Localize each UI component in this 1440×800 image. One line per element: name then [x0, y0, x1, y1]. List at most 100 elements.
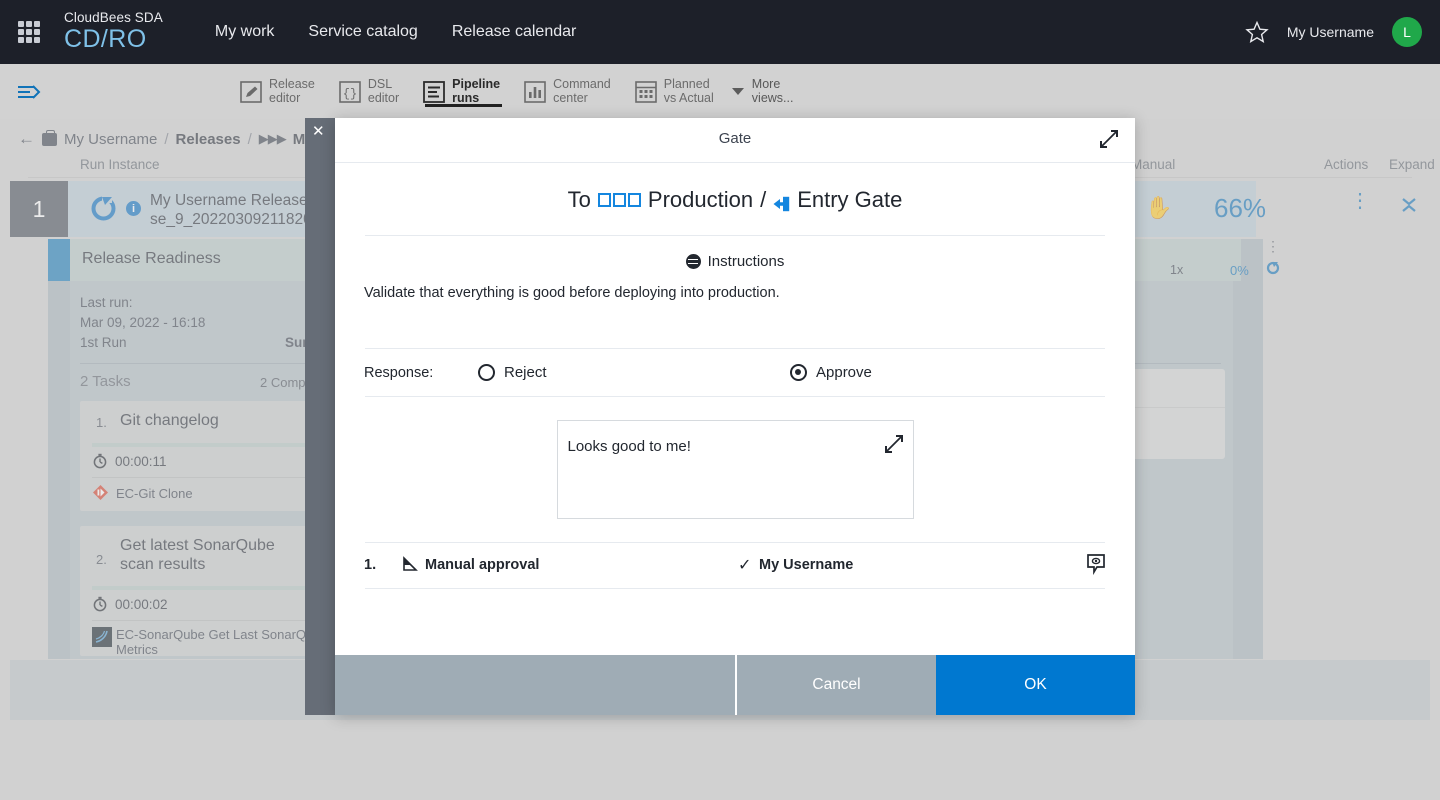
gate-target-title: To Production / Entry Gate	[335, 163, 1135, 213]
tasks-completed: 2 Compl	[260, 375, 308, 390]
view-release-editor[interactable]: Release editor	[228, 64, 327, 119]
arrow-left-icon[interactable]: ←	[18, 129, 35, 149]
approver-name: My Username	[759, 557, 853, 573]
collapse-menu-icon[interactable]	[16, 81, 44, 103]
gate-to-label: To	[568, 187, 591, 213]
breadcrumb-separator-2: /	[248, 131, 252, 148]
task-progress-bar	[92, 586, 338, 590]
pencil-editor-icon	[240, 81, 262, 103]
rerun-circle-icon[interactable]	[90, 195, 117, 222]
grid-apps-icon[interactable]	[18, 21, 40, 43]
environment-name: Production	[648, 187, 753, 213]
view-planned-vs-actual[interactable]: Planned vs Actual	[623, 64, 726, 119]
task-processor: EC-SonarQube Get Last SonarQub Metrics	[116, 627, 321, 657]
comment-input[interactable]: Looks good to me!	[557, 420, 914, 519]
footer-spacer	[335, 655, 737, 715]
column-header-manual: Manual	[1131, 157, 1175, 172]
stage-progress: 0%	[1230, 263, 1249, 278]
manual-approval-icon	[402, 556, 419, 573]
top-right-controls: My Username L	[1245, 17, 1440, 47]
breadcrumb-project[interactable]: My Username	[64, 131, 157, 148]
view-pipeline-runs[interactable]: Pipeline runs	[411, 64, 512, 119]
brand-suptitle: CloudBees SDA	[64, 11, 163, 25]
info-icon[interactable]: i	[126, 201, 141, 216]
gate-name: Entry Gate	[797, 187, 902, 213]
kebab-menu-icon[interactable]: ⋮	[1350, 197, 1370, 205]
comment-value[interactable]: Looks good to me!	[568, 438, 691, 455]
divider	[92, 620, 340, 621]
radio-reject-icon[interactable]	[478, 364, 495, 381]
last-run-value: Mar 09, 2022 - 16:18	[80, 315, 205, 330]
view-label: Pipeline runs	[452, 78, 500, 105]
timer-icon	[92, 453, 108, 469]
run-number: 1	[10, 181, 68, 237]
sonarqube-icon	[92, 627, 112, 647]
radio-reject-label: Reject	[504, 364, 547, 381]
radio-option-approve[interactable]: Approve	[790, 364, 872, 381]
views-list: Release editor {} DSL editor Pipeline ru…	[228, 64, 793, 119]
git-clone-icon	[92, 484, 109, 501]
ok-button[interactable]: OK	[936, 655, 1135, 715]
rerun-circle-icon[interactable]	[1266, 261, 1280, 275]
view-label: Command center	[553, 78, 611, 105]
expand-diagonal-icon[interactable]	[884, 434, 904, 454]
main-nav: My work Service catalog Release calendar	[215, 23, 576, 41]
breadcrumb-separator-1: /	[164, 131, 168, 148]
nav-item-my-work[interactable]: My work	[215, 23, 275, 41]
view-label: DSL editor	[368, 78, 399, 105]
brand-logo[interactable]: CloudBees SDA CD/RO	[64, 11, 163, 52]
environment-icon	[598, 193, 641, 207]
view-label: Planned vs Actual	[664, 78, 714, 105]
calendar-grid-icon	[635, 81, 657, 103]
braces-dsl-icon: {}	[339, 81, 361, 103]
instructions-icon	[686, 254, 701, 269]
gate-modal: Gate To Production / Entry Gate	[335, 118, 1135, 715]
task-name: Git changelog	[120, 411, 219, 430]
chevron-down-icon[interactable]	[732, 88, 744, 95]
modal-title: Gate	[335, 130, 1135, 147]
username-label[interactable]: My Username	[1287, 24, 1374, 40]
instructions-body: Validate that everything is good before …	[335, 270, 1135, 301]
more-views-label[interactable]: More views...	[752, 78, 794, 105]
close-icon[interactable]: ✕	[312, 124, 325, 139]
radio-approve-label: Approve	[816, 364, 872, 381]
radio-approve-icon[interactable]	[790, 364, 807, 381]
run-ordinal: 1st Run	[80, 335, 127, 350]
tasks-count: 2 Tasks	[80, 373, 131, 390]
column-header-expand: Expand	[1389, 157, 1435, 172]
expand-diagonal-icon[interactable]	[1099, 129, 1119, 149]
radio-option-reject[interactable]: Reject	[478, 364, 547, 381]
brand-title: CD/RO	[64, 26, 163, 52]
instructions-header: Instructions	[335, 236, 1135, 270]
modal-header: Gate	[335, 118, 1135, 163]
stage-last-run: Last run: Mar 09, 2022 - 16:18 1st Run	[80, 293, 205, 353]
stage-status-accent	[48, 239, 70, 281]
comment-view-icon[interactable]	[1085, 553, 1107, 575]
list-pipeline-icon	[423, 81, 445, 103]
briefcase-icon	[42, 133, 57, 146]
hand-icon[interactable]: ✋	[1145, 195, 1172, 221]
view-dsl-editor[interactable]: {} DSL editor	[327, 64, 411, 119]
breadcrumb-section[interactable]: Releases	[176, 131, 241, 148]
divider	[92, 477, 340, 478]
nav-item-release-calendar[interactable]: Release calendar	[452, 23, 577, 41]
cancel-button[interactable]: Cancel	[737, 655, 936, 715]
view-command-center[interactable]: Command center	[512, 64, 623, 119]
chevron-collapse-icon[interactable]	[1400, 195, 1418, 220]
entry-gate-icon	[773, 192, 790, 208]
avatar[interactable]: L	[1392, 17, 1422, 47]
kebab-menu-icon[interactable]: ⋮	[1266, 243, 1280, 249]
task-duration: 00:00:11	[115, 454, 167, 469]
divider	[365, 588, 1105, 589]
response-row: Response: Reject Approve	[335, 349, 1135, 396]
view-label: Release editor	[269, 78, 315, 105]
column-header-run-instance: Run Instance	[80, 157, 160, 172]
stage-name: Release Readiness	[82, 250, 221, 268]
modal-close-strip[interactable]: ✕	[305, 118, 335, 715]
svg-text:{}: {}	[343, 87, 357, 101]
task-name: Get latest SonarQube scan results	[120, 536, 275, 574]
nav-item-service-catalog[interactable]: Service catalog	[308, 23, 417, 41]
star-icon[interactable]	[1245, 20, 1269, 44]
timer-icon	[92, 596, 108, 612]
instructions-title: Instructions	[708, 253, 785, 270]
